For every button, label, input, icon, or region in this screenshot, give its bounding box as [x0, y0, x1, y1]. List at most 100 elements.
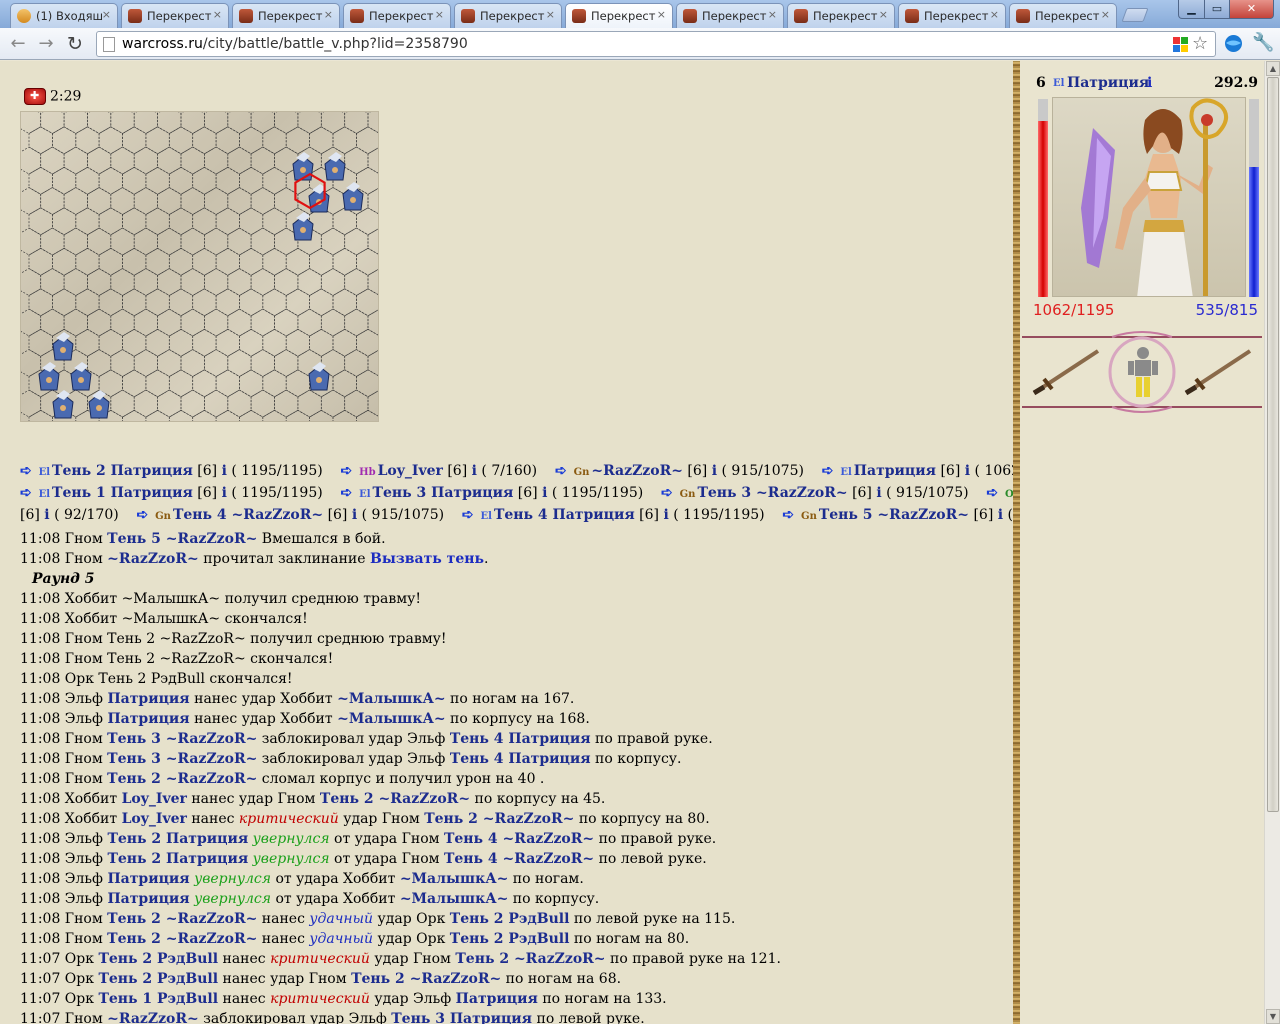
map-hex[interactable]: [110, 112, 135, 134]
map-hex[interactable]: [344, 227, 369, 256]
map-hex[interactable]: [192, 328, 217, 357]
map-hex[interactable]: [122, 126, 147, 155]
map-hex[interactable]: [157, 308, 182, 337]
map-hex[interactable]: [274, 268, 299, 296]
map-hex[interactable]: [122, 207, 147, 236]
tab-close-icon[interactable]: ×: [324, 8, 333, 21]
map-hex[interactable]: [367, 309, 379, 336]
tab-close-icon[interactable]: ×: [102, 8, 111, 21]
map-hex[interactable]: [122, 369, 147, 398]
map-hex[interactable]: [215, 247, 240, 276]
map-hex[interactable]: [332, 247, 357, 276]
map-hex[interactable]: [180, 268, 205, 296]
map-hex[interactable]: [227, 112, 252, 134]
map-hex[interactable]: [356, 409, 379, 422]
globe-extension-icon[interactable]: [1224, 34, 1243, 53]
map-hex[interactable]: [98, 126, 123, 155]
fighter-arrow-icon[interactable]: ➪: [462, 507, 479, 523]
log-fighter-link[interactable]: Тень 2 РэдBull: [98, 951, 218, 967]
fighter-name-link[interactable]: Тень 1 Патриция: [52, 485, 193, 501]
fighter-arrow-icon[interactable]: ➪: [822, 463, 839, 479]
log-fighter-link[interactable]: Патриция: [107, 871, 189, 887]
map-hex[interactable]: [320, 112, 346, 134]
unit-icon[interactable]: [52, 332, 74, 361]
map-hex[interactable]: [87, 268, 112, 296]
map-hex[interactable]: [28, 126, 53, 155]
log-fighter-link[interactable]: Тень 4 Патриция: [450, 751, 591, 767]
map-hex[interactable]: [157, 389, 182, 418]
left-sword-icon[interactable]: [1030, 347, 1102, 397]
map-hex[interactable]: [215, 126, 240, 155]
map-hex[interactable]: [332, 369, 357, 398]
map-hex[interactable]: [75, 166, 100, 195]
map-hex[interactable]: [192, 247, 217, 276]
map-hex[interactable]: [285, 409, 310, 422]
map-hex[interactable]: [239, 288, 264, 317]
map-hex[interactable]: [122, 409, 147, 422]
map-hex[interactable]: [133, 389, 158, 418]
hex-grid[interactable]: [21, 112, 379, 422]
map-hex[interactable]: [98, 328, 123, 357]
map-hex[interactable]: [285, 247, 310, 276]
map-hex[interactable]: [87, 349, 112, 377]
log-fighter-link[interactable]: Патриция: [107, 891, 189, 907]
unit-icon[interactable]: [342, 182, 364, 211]
log-fighter-link[interactable]: Тень 2 РэдBull: [450, 911, 570, 927]
log-fighter-link[interactable]: Тень 3 Патриция: [391, 1011, 532, 1024]
map-hex[interactable]: [285, 288, 310, 317]
map-hex[interactable]: [75, 288, 100, 317]
browser-tab[interactable]: Перекрест ×: [1009, 3, 1117, 28]
fighter-info-link[interactable]: i: [965, 463, 970, 479]
log-fighter-link[interactable]: Тень 2 ~RazZzoR~: [351, 971, 501, 987]
map-hex[interactable]: [192, 207, 217, 236]
map-hex[interactable]: [262, 288, 287, 317]
map-hex[interactable]: [309, 409, 334, 422]
map-hex[interactable]: [285, 369, 310, 398]
map-hex[interactable]: [227, 349, 252, 377]
map-hex[interactable]: [239, 247, 264, 276]
map-hex[interactable]: [250, 389, 275, 418]
fighter-name-link[interactable]: Тень 5 ~RazZzoR~: [819, 507, 969, 523]
map-hex[interactable]: [262, 207, 287, 236]
map-hex[interactable]: [180, 389, 205, 418]
map-hex[interactable]: [63, 268, 88, 296]
map-hex[interactable]: [215, 409, 240, 422]
fighter-arrow-icon[interactable]: ➪: [661, 485, 678, 501]
map-hex[interactable]: [204, 227, 229, 256]
map-hex[interactable]: [28, 328, 53, 357]
map-hex[interactable]: [87, 146, 112, 175]
fighter-name-link[interactable]: Тень 2 Патриция: [52, 463, 193, 479]
map-hex[interactable]: [157, 112, 182, 134]
log-fighter-link[interactable]: Патриция: [107, 691, 189, 707]
map-hex[interactable]: [145, 207, 170, 236]
map-hex[interactable]: [75, 126, 100, 155]
log-fighter-link[interactable]: Тень 2 ~RazZzoR~: [107, 771, 257, 787]
map-hex[interactable]: [52, 126, 77, 155]
map-hex[interactable]: [344, 308, 369, 337]
map-hex[interactable]: [145, 328, 170, 357]
log-fighter-link[interactable]: Тень 3 ~RazZzoR~: [107, 731, 257, 747]
map-hex[interactable]: [215, 288, 240, 317]
map-hex[interactable]: [145, 288, 170, 317]
map-hex[interactable]: [63, 308, 88, 337]
map-hex[interactable]: [239, 166, 264, 195]
map-hex[interactable]: [133, 187, 158, 215]
map-hex[interactable]: [344, 112, 369, 134]
map-hex[interactable]: [40, 308, 65, 337]
fighter-info-link[interactable]: i: [542, 485, 547, 501]
map-hex[interactable]: [110, 308, 135, 337]
map-hex[interactable]: [21, 112, 42, 134]
unit-icon[interactable]: [52, 390, 74, 419]
log-fighter-link[interactable]: Loy_Iver: [122, 811, 187, 827]
tab-close-icon[interactable]: ×: [435, 8, 444, 21]
log-fighter-link[interactable]: ~МалышкА~: [400, 891, 509, 907]
map-hex[interactable]: [168, 288, 194, 317]
map-hex[interactable]: [274, 112, 299, 134]
map-hex[interactable]: [285, 126, 310, 155]
map-hex[interactable]: [28, 166, 53, 195]
map-hex[interactable]: [21, 349, 42, 377]
fighter-arrow-icon[interactable]: ➪: [20, 463, 37, 479]
log-fighter-link[interactable]: Тень 3 ~RazZzoR~: [107, 751, 257, 767]
map-hex[interactable]: [168, 369, 194, 398]
log-fighter-link[interactable]: Тень 2 Патриция: [107, 851, 248, 867]
